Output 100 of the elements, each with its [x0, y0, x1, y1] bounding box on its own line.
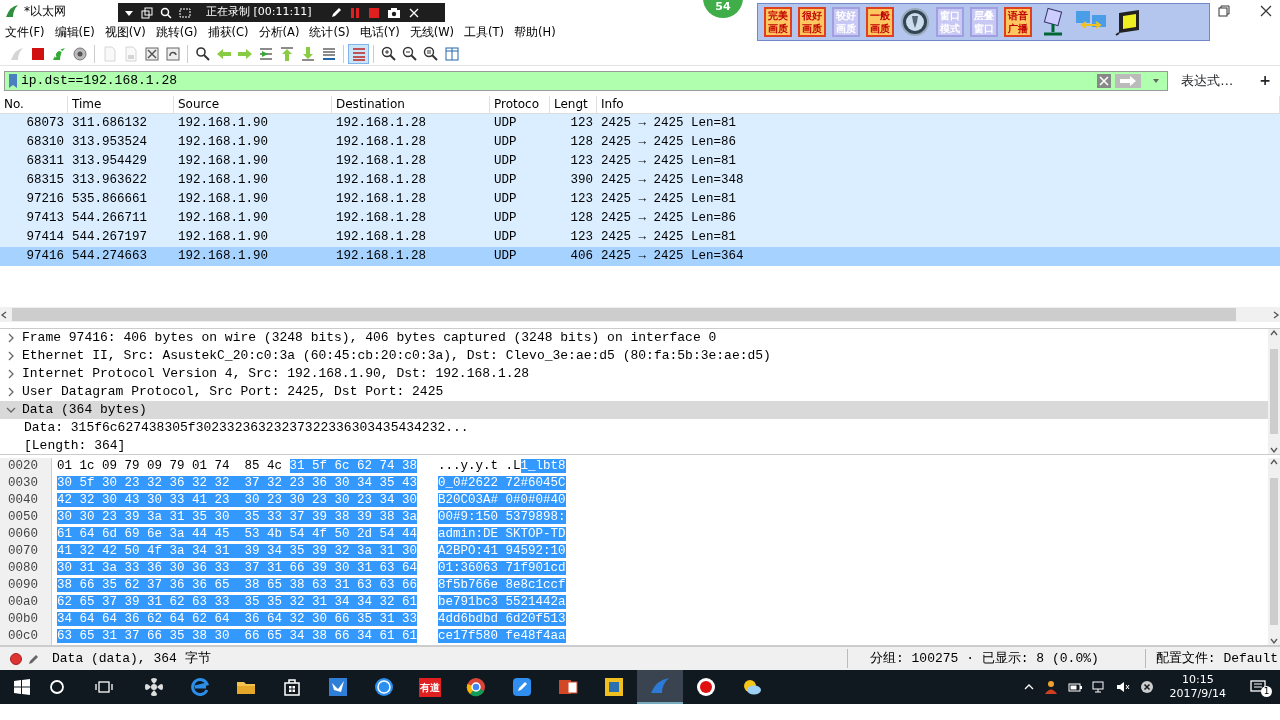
menu-item[interactable]: 帮助(H) — [509, 22, 561, 42]
chevron-right-icon[interactable] — [6, 369, 16, 379]
packet-row[interactable]: 68315 313.963622 192.168.1.90 192.168.1.28 UDP 390 2425 → 2425 Len=348 — [0, 171, 1280, 190]
menu-item[interactable]: 文件(F) — [0, 22, 50, 42]
column-header[interactable]: Protoco — [490, 96, 550, 113]
table-cell: 390 — [570, 173, 593, 187]
menu-item[interactable]: 工具(T) — [459, 22, 510, 42]
menu-item[interactable]: 跳转(G) — [150, 22, 203, 42]
tree-item[interactable]: Data (364 bytes) — [0, 401, 1268, 419]
tree-item[interactable]: Frame 97416: 406 bytes on wire (3248 bits), 406 bytes captured (3248 bits) on interface 0 — [0, 329, 1268, 347]
stop-icon[interactable] — [368, 6, 381, 19]
windows-logo-icon[interactable] — [14, 679, 30, 695]
windows-icon[interactable] — [141, 6, 153, 19]
table-cell: 2425 → 2425 Len=86 — [601, 135, 737, 149]
scroll-up-icon[interactable] — [1270, 458, 1278, 466]
stop-icon — [29, 45, 46, 62]
quality-tile[interactable]: 完美 画质 — [764, 7, 792, 37]
packet-row[interactable]: 97413 544.266711 192.168.1.90 192.168.1.28 UDP 128 2425 → 2425 Len=86 — [0, 209, 1280, 228]
scroll-up-icon[interactable] — [1270, 329, 1278, 337]
expression-button[interactable]: 表达式… — [1180, 69, 1235, 92]
notification-button[interactable]: 1 — [1250, 677, 1272, 697]
status-dot-icon[interactable] — [10, 652, 22, 665]
pen-icon[interactable] — [330, 6, 343, 19]
vertical-scrollbar[interactable] — [1268, 329, 1280, 454]
quality-tile[interactable]: 很好 画质 — [798, 7, 826, 37]
chevron-right-icon[interactable] — [6, 333, 16, 343]
shark-fin-icon — [8, 45, 25, 62]
quality-tile[interactable]: 一般 画质 — [866, 7, 894, 37]
chevron-up-icon[interactable] — [1023, 682, 1034, 692]
menu-item[interactable]: 视图(V) — [99, 22, 151, 42]
table-cell: 192.168.1.28 — [336, 173, 426, 187]
tree-item[interactable]: Data: 315f6c627438305f30233236323237322336303435434232... — [0, 419, 1268, 437]
table-cell: 544.266711 — [72, 211, 147, 225]
bookmark-icon[interactable] — [9, 73, 17, 88]
menu-item[interactable]: 分析(A) — [253, 22, 305, 42]
column-header[interactable]: Info — [597, 96, 1280, 113]
column-header[interactable]: Source — [174, 96, 332, 113]
table-cell: 192.168.1.28 — [336, 211, 426, 225]
column-header[interactable]: No. — [0, 96, 68, 113]
scroll-down-icon[interactable] — [1270, 637, 1278, 645]
packet-row[interactable]: 68310 313.953524 192.168.1.90 192.168.1.28 UDP 128 2425 → 2425 Len=86 — [0, 133, 1280, 152]
column-header[interactable]: Lengt — [550, 96, 597, 113]
scroll-left-icon[interactable] — [0, 310, 8, 319]
pause-icon[interactable] — [349, 6, 362, 19]
quality-tile[interactable]: 语音 广播 — [1004, 7, 1032, 37]
taskbar-app[interactable]: 有道 — [407, 670, 453, 704]
battery-icon[interactable] — [1067, 680, 1082, 694]
tree-item[interactable]: Ethernet II, Src: AsustekC_20:c0:3a (60:45:cb:20:c0:3a), Dst: Clevo_3e:ae:d5 (80:fa:5b:3e:ae:d5) — [0, 347, 1268, 365]
menu-item[interactable]: 统计(S) — [304, 22, 355, 42]
clock[interactable]: 10:15 2017/9/14 — [1169, 673, 1226, 701]
horizontal-scrollbar[interactable] — [0, 307, 1280, 322]
chevron-right-icon[interactable] — [6, 387, 16, 397]
hex-bytes[interactable]: 01 1c 09 79 09 79 01 74 85 4c — [57, 459, 283, 473]
x-circle-icon[interactable] — [1139, 680, 1154, 694]
column-header[interactable]: Destination — [332, 96, 490, 113]
menu-item[interactable]: 无线(W) — [404, 22, 460, 42]
packet-row[interactable]: 97416 544.274663 192.168.1.90 192.168.1.28 UDP 406 2425 → 2425 Len=364 — [0, 247, 1280, 266]
column-resize-icon — [443, 45, 460, 62]
tree-item[interactable]: User Datagram Protocol, Src Port: 2425, Dst Port: 2425 — [0, 383, 1268, 401]
tree-label: Internet Protocol Version 4, Src: 192.168.1.90, Dst: 192.168.1.28 — [22, 365, 530, 383]
speaker-muted-icon[interactable] — [1115, 680, 1130, 694]
table-cell: 544.274663 — [72, 249, 147, 263]
frame-icon[interactable] — [179, 6, 191, 19]
scroll-right-icon[interactable] — [1272, 310, 1280, 319]
search-circle-icon[interactable] — [49, 679, 65, 695]
chrome-icon — [466, 677, 486, 697]
search-icon — [194, 45, 211, 62]
close-icon[interactable] — [1260, 5, 1272, 17]
menu-item[interactable]: 编辑(E) — [49, 22, 100, 42]
byte-offset: 0060 — [0, 526, 52, 543]
network-icon[interactable] — [1091, 680, 1106, 694]
task-view-icon[interactable] — [95, 679, 113, 695]
packet-row[interactable]: 68073 311.686132 192.168.1.90 192.168.1.28 UDP 123 2425 → 2425 Len=81 — [0, 114, 1280, 133]
menu-item[interactable]: 捕获(C) — [202, 22, 254, 42]
scroll-down-icon[interactable] — [1270, 446, 1278, 454]
menu-item[interactable]: 电话(Y) — [354, 22, 405, 42]
pencil-icon[interactable] — [28, 652, 40, 665]
tree-item[interactable]: [Length: 364] — [0, 437, 1268, 454]
packet-row[interactable]: 68311 313.954429 192.168.1.90 192.168.1.28 UDP 123 2425 → 2425 Len=81 — [0, 152, 1280, 171]
vertical-scrollbar[interactable] — [1268, 458, 1280, 645]
chevron-down-icon[interactable] — [6, 405, 16, 415]
clear-icon[interactable] — [1097, 73, 1112, 88]
person-icon[interactable] — [1043, 680, 1058, 694]
ascii-text[interactable]: ...y.y.t .L — [438, 459, 521, 473]
restore-icon[interactable] — [1218, 5, 1230, 17]
camera-icon[interactable] — [387, 6, 402, 19]
column-header[interactable]: Time — [68, 96, 174, 113]
message-icon — [1250, 679, 1266, 694]
table-cell: 192.168.1.90 — [178, 173, 268, 187]
clock-time: 10:15 — [1181, 673, 1214, 687]
add-filter-button[interactable]: + — [1258, 69, 1272, 92]
packet-row[interactable]: 97414 544.267197 192.168.1.90 192.168.1.28 UDP 123 2425 → 2425 Len=81 — [0, 228, 1280, 247]
tree-item[interactable]: Internet Protocol Version 4, Src: 192.168.1.90, Dst: 192.168.1.28 — [0, 365, 1268, 383]
table-cell: 128 — [570, 211, 593, 225]
filter-bar[interactable]: ip.dst==192.168.1.28 — [4, 70, 1169, 91]
search-icon[interactable] — [160, 6, 172, 19]
table-cell: UDP — [494, 173, 517, 187]
table-cell: 406 — [570, 249, 593, 263]
chevron-right-icon[interactable] — [6, 351, 16, 361]
packet-row[interactable]: 97216 535.866661 192.168.1.90 192.168.1.28 UDP 123 2425 → 2425 Len=81 — [0, 190, 1280, 209]
